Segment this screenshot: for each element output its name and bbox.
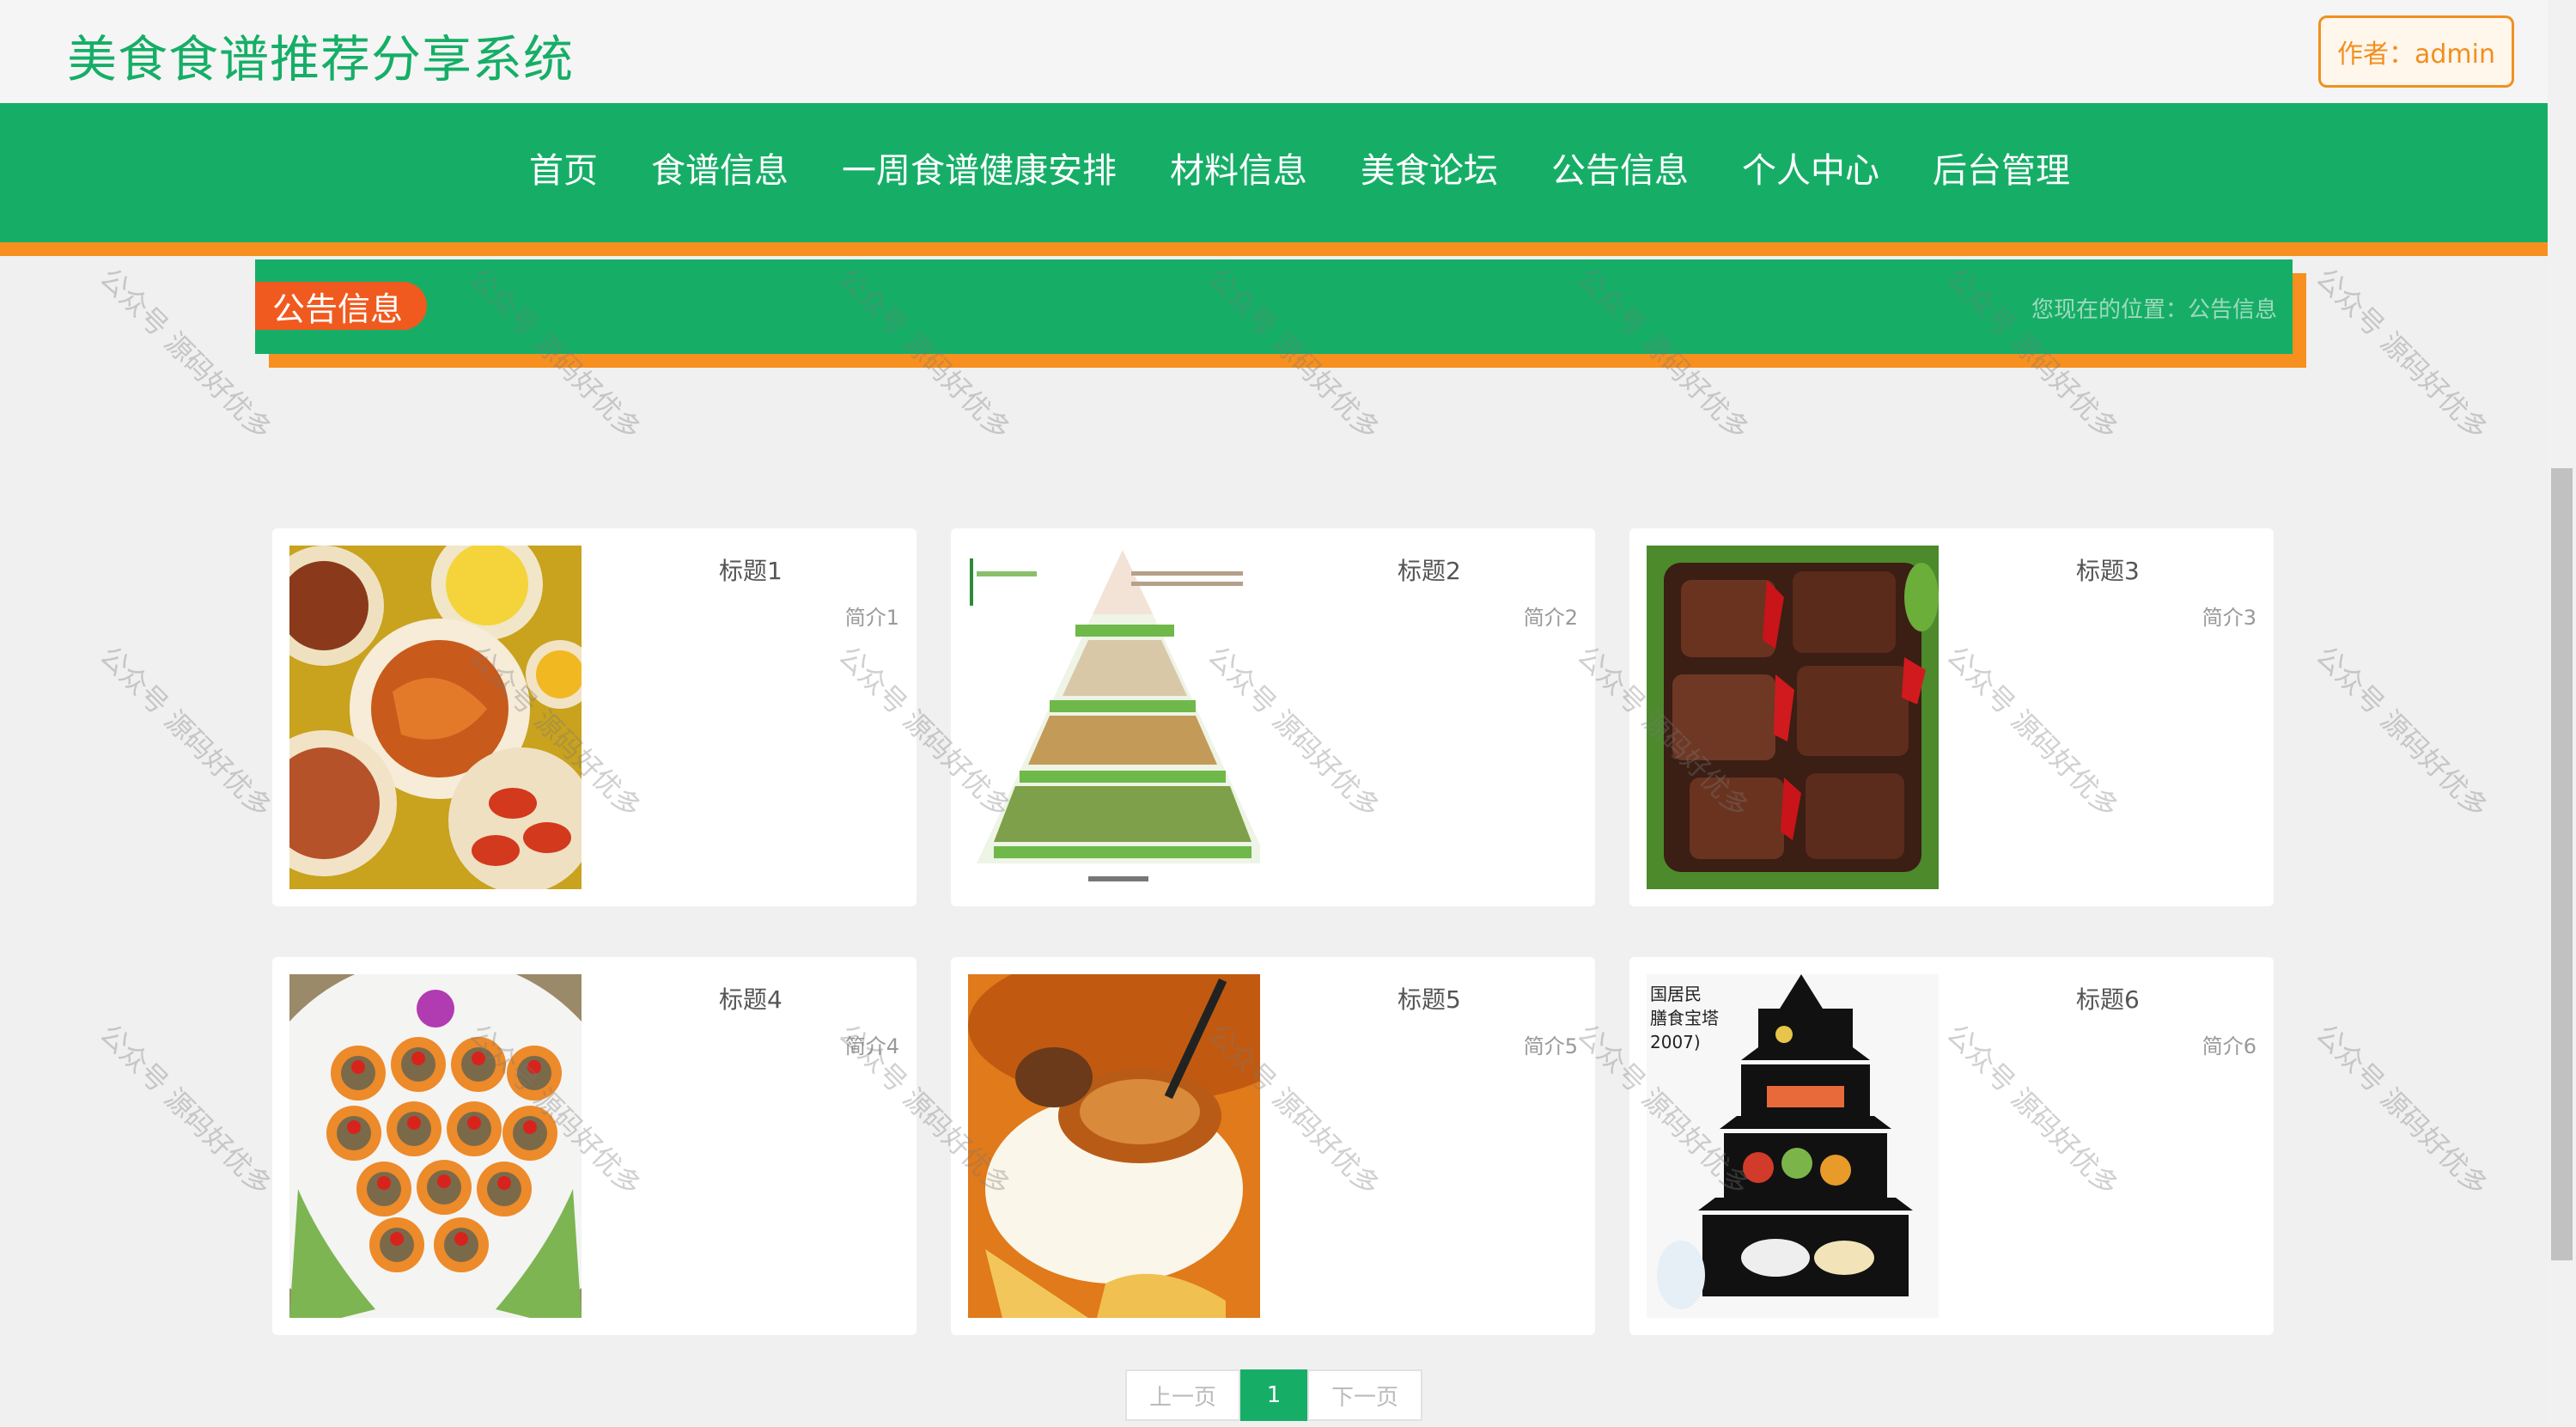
next-page-button[interactable]: 下一页 [1307, 1369, 1422, 1421]
page-1-button[interactable]: 1 [1240, 1369, 1307, 1421]
announcement-card-2[interactable]: 标题2 简介2 [951, 528, 1595, 906]
prev-page-button[interactable]: 上一页 [1125, 1369, 1240, 1421]
main-nav: 首页 食谱信息 一周食谱健康安排 材料信息 美食论坛 公告信息 个人中心 后台管… [0, 103, 2548, 242]
pagination: 上一页 1 下一页 [1125, 1369, 1422, 1421]
card-title[interactable]: 标题1 [719, 552, 783, 587]
nav-item-admin[interactable]: 后台管理 [1933, 143, 2070, 192]
carrot-cups-image[interactable] [289, 974, 582, 1318]
card-intro: 简介3 [2201, 606, 2256, 630]
site-title[interactable]: 美食食谱推荐分享系统 [67, 19, 574, 91]
nav-item-forum[interactable]: 美食论坛 [1361, 143, 1498, 192]
card-intro: 简介4 [844, 1034, 899, 1058]
watermark: 公众号 源码好优多 [93, 261, 278, 447]
grilled-meat-image[interactable] [1647, 546, 1939, 889]
nav-item-home[interactable]: 首页 [529, 143, 598, 192]
announcement-card-1[interactable]: 标题1 简介1 [272, 528, 917, 906]
card-title[interactable]: 标题2 [1398, 552, 1461, 587]
watermark: 公众号 源码好优多 [93, 639, 278, 825]
food-pyramid-image[interactable] [968, 546, 1260, 889]
nav-item-recipes[interactable]: 食谱信息 [651, 143, 789, 192]
card-intro: 简介6 [2201, 1034, 2256, 1058]
author-button[interactable]: 作者：admin [2318, 15, 2514, 88]
watermark: 公众号 源码好优多 [2309, 261, 2494, 447]
breadcrumb: 您现在的位置：公告信息 [2031, 297, 2277, 323]
svg-text:国居民: 国居民 [1650, 984, 1702, 1004]
card-title[interactable]: 标题3 [2076, 552, 2140, 587]
food-platter-image[interactable] [289, 546, 582, 889]
svg-text:2007): 2007) [1650, 1032, 1701, 1052]
card-intro: 简介5 [1523, 1034, 1578, 1058]
top-header: 美食食谱推荐分享系统 作者：admin [0, 0, 2548, 103]
nav-item-weekly-plan[interactable]: 一周食谱健康安排 [842, 143, 1117, 192]
announcement-card-6[interactable]: 国居民 膳食宝塔 2007) 标题6 简介6 [1629, 957, 2274, 1335]
abalone-rice-image[interactable] [968, 974, 1260, 1318]
scrollbar-thumb[interactable] [2551, 468, 2573, 1260]
card-intro: 简介1 [844, 606, 899, 630]
card-title[interactable]: 标题5 [1398, 981, 1461, 1015]
nav-item-profile[interactable]: 个人中心 [1742, 143, 1879, 192]
announcement-card-5[interactable]: 标题5 简介5 [951, 957, 1595, 1335]
nav-divider [0, 242, 2548, 256]
nav-item-materials[interactable]: 材料信息 [1170, 143, 1307, 192]
card-title[interactable]: 标题4 [719, 981, 783, 1015]
card-intro: 简介2 [1523, 606, 1578, 630]
svg-text:膳食宝塔: 膳食宝塔 [1650, 1008, 1719, 1028]
section-banner [255, 259, 2293, 354]
watermark: 公众号 源码好优多 [2309, 639, 2494, 825]
nav-item-announcements[interactable]: 公告信息 [1551, 143, 1689, 192]
watermark: 公众号 源码好优多 [2309, 1017, 2494, 1203]
announcement-card-3[interactable]: 标题3 简介3 [1629, 528, 2274, 906]
page: 美食食谱推荐分享系统 作者：admin 首页 食谱信息 一周食谱健康安排 材料信… [0, 0, 2576, 1427]
diet-pagoda-image[interactable]: 国居民 膳食宝塔 2007) [1647, 974, 1939, 1318]
watermark: 公众号 源码好优多 [93, 1017, 278, 1203]
section-tag: 公告信息 [255, 282, 428, 330]
announcement-card-4[interactable]: 标题4 简介4 [272, 957, 917, 1335]
card-title[interactable]: 标题6 [2076, 981, 2140, 1015]
